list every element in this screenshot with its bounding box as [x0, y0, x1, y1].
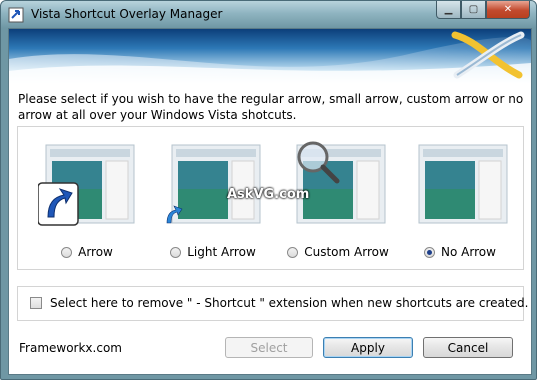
magnifier-overlay-preview	[296, 141, 386, 224]
watermark: AskVG.com	[227, 187, 310, 202]
intro-text: Please select if you wish to have the re…	[18, 92, 524, 122]
close-button[interactable]: ✕	[486, 1, 530, 19]
maximize-button[interactable]: ▢	[461, 1, 486, 19]
no-arrow-radio[interactable]	[424, 246, 436, 258]
minimize-button[interactable]: ▁	[436, 1, 461, 19]
small-arrow-overlay-preview	[166, 144, 261, 224]
no-arrow-overlay-preview	[418, 144, 508, 224]
frameworkx-logo	[451, 31, 525, 79]
option-label: Arrow	[78, 245, 113, 259]
light-arrow-radio[interactable]	[170, 246, 182, 258]
maximize-icon: ▢	[468, 4, 479, 15]
title-bar[interactable]: Vista Shortcut Overlay Manager ▁ ▢ ✕	[1, 1, 536, 28]
option-label: Custom Arrow	[304, 245, 389, 259]
brand-label: Frameworkx.com	[19, 341, 122, 355]
cancel-button[interactable]: Cancel	[423, 337, 513, 358]
shortcut-extension-panel: Select here to remove " - Shortcut " ext…	[17, 286, 528, 321]
app-window: Vista Shortcut Overlay Manager ▁ ▢ ✕ Ple…	[0, 0, 537, 380]
window-title: Vista Shortcut Overlay Manager	[31, 7, 223, 21]
remove-shortcut-extension-checkbox[interactable]	[30, 297, 42, 309]
apply-button[interactable]: Apply	[323, 337, 413, 358]
option-no-arrow[interactable]: No Arrow	[405, 139, 515, 259]
large-arrow-overlay-preview	[38, 144, 135, 226]
custom-arrow-radio[interactable]	[287, 246, 299, 258]
close-icon: ✕	[503, 4, 513, 15]
minimize-icon: ▁	[444, 4, 453, 15]
checkbox-label[interactable]: Select here to remove " - Shortcut " ext…	[50, 296, 528, 310]
app-icon	[8, 7, 24, 23]
option-label: Light Arrow	[187, 245, 256, 259]
arrow-radio[interactable]	[61, 246, 73, 258]
option-arrow[interactable]: Arrow	[32, 139, 142, 259]
option-label: No Arrow	[441, 245, 496, 259]
select-button[interactable]: Select	[225, 337, 313, 358]
client-area: Please select if you wish to have the re…	[8, 28, 532, 375]
